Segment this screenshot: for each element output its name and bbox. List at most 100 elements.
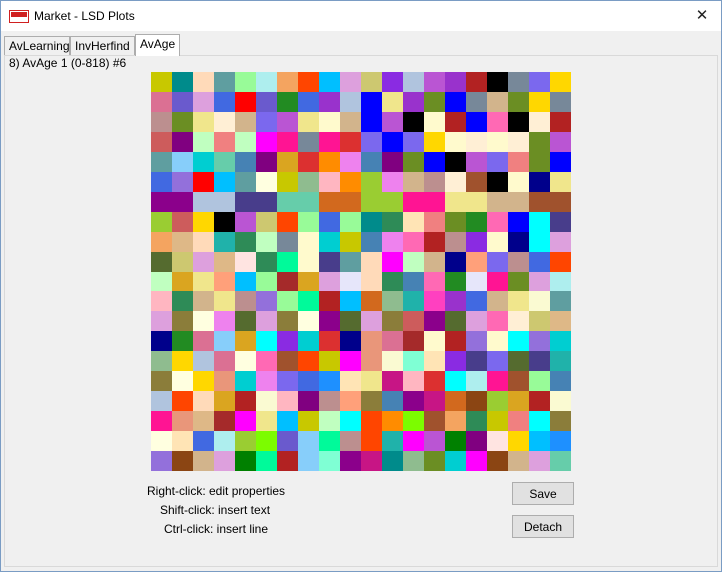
grid-cell xyxy=(256,152,277,172)
grid-cell xyxy=(361,232,382,252)
detach-button[interactable]: Detach xyxy=(512,515,574,538)
grid-cell xyxy=(550,232,571,252)
grid-cell xyxy=(550,311,571,331)
grid-cell xyxy=(214,431,235,451)
grid-cell xyxy=(529,192,550,212)
tab-invherfind[interactable]: InvHerfind xyxy=(70,36,135,55)
grid-cell xyxy=(235,291,256,311)
grid-cell xyxy=(508,331,529,351)
color-grid-plot[interactable] xyxy=(151,72,571,471)
grid-cell xyxy=(550,351,571,371)
grid-cell xyxy=(403,192,424,212)
grid-cell xyxy=(172,272,193,291)
grid-cell xyxy=(529,351,550,371)
grid-cell xyxy=(382,431,403,451)
grid-cell xyxy=(382,252,403,272)
grid-cell xyxy=(424,132,445,152)
grid-cell xyxy=(508,72,529,92)
grid-cell xyxy=(361,411,382,431)
grid-cell xyxy=(214,112,235,132)
close-button[interactable]: ✕ xyxy=(687,4,717,28)
grid-cell xyxy=(172,232,193,252)
grid-cell xyxy=(529,92,550,112)
grid-cell xyxy=(214,152,235,172)
grid-cell xyxy=(214,92,235,112)
grid-cell xyxy=(466,291,487,311)
grid-cell xyxy=(466,232,487,252)
grid-cell xyxy=(361,291,382,311)
grid-cell xyxy=(298,172,319,192)
grid-cell xyxy=(277,152,298,172)
grid-cell xyxy=(529,152,550,172)
grid-cell xyxy=(151,311,172,331)
grid-cell xyxy=(466,431,487,451)
grid-cell xyxy=(445,212,466,232)
grid-cell xyxy=(172,72,193,92)
grid-cell xyxy=(172,371,193,391)
grid-cell xyxy=(214,212,235,232)
grid-cell xyxy=(151,451,172,471)
grid-cell xyxy=(550,252,571,272)
grid-cell xyxy=(508,112,529,132)
grid-cell xyxy=(151,411,172,431)
grid-cell xyxy=(508,232,529,252)
save-button[interactable]: Save xyxy=(512,482,574,505)
grid-cell xyxy=(466,391,487,411)
grid-cell xyxy=(382,232,403,252)
grid-cell xyxy=(256,411,277,431)
grid-cell xyxy=(508,311,529,331)
grid-cell xyxy=(172,192,193,212)
title-bar[interactable]: Market - LSD Plots ✕ xyxy=(1,1,721,31)
grid-cell xyxy=(487,431,508,451)
grid-cell xyxy=(424,451,445,471)
grid-cell xyxy=(193,192,214,212)
grid-cell xyxy=(298,272,319,291)
grid-cell xyxy=(319,371,340,391)
grid-cell xyxy=(382,311,403,331)
grid-cell xyxy=(508,411,529,431)
grid-cell xyxy=(340,72,361,92)
tab-avlearning[interactable]: AvLearning xyxy=(4,36,70,55)
grid-cell xyxy=(529,112,550,132)
grid-cell xyxy=(193,391,214,411)
grid-cell xyxy=(151,92,172,112)
grid-cell xyxy=(529,252,550,272)
grid-cell xyxy=(403,272,424,291)
grid-cell xyxy=(277,411,298,431)
grid-cell xyxy=(298,411,319,431)
grid-cell xyxy=(361,431,382,451)
grid-cell xyxy=(298,311,319,331)
grid-cell xyxy=(445,252,466,272)
grid-cell xyxy=(403,371,424,391)
grid-cell xyxy=(298,72,319,92)
grid-cell xyxy=(529,331,550,351)
grid-cell xyxy=(277,92,298,112)
grid-cell xyxy=(403,411,424,431)
tab-avage[interactable]: AvAge xyxy=(135,34,180,56)
grid-cell xyxy=(256,391,277,411)
grid-cell xyxy=(193,92,214,112)
grid-cell xyxy=(235,152,256,172)
grid-cell xyxy=(424,371,445,391)
grid-cell xyxy=(193,411,214,431)
grid-cell xyxy=(277,112,298,132)
grid-cell xyxy=(193,212,214,232)
hint-shift-click: Shift-click: insert text xyxy=(160,503,271,517)
grid-cell xyxy=(172,152,193,172)
grid-cell xyxy=(403,152,424,172)
grid-cell xyxy=(382,411,403,431)
grid-cell xyxy=(235,391,256,411)
grid-cell xyxy=(550,411,571,431)
grid-cell xyxy=(445,291,466,311)
grid-cell xyxy=(550,331,571,351)
grid-cell xyxy=(193,152,214,172)
grid-cell xyxy=(214,192,235,212)
grid-cell xyxy=(361,152,382,172)
grid-cell xyxy=(445,72,466,92)
grid-cell xyxy=(151,72,172,92)
grid-cell xyxy=(466,192,487,212)
grid-cell xyxy=(424,411,445,431)
grid-cell xyxy=(256,92,277,112)
grid-cell xyxy=(508,391,529,411)
grid-cell xyxy=(382,351,403,371)
